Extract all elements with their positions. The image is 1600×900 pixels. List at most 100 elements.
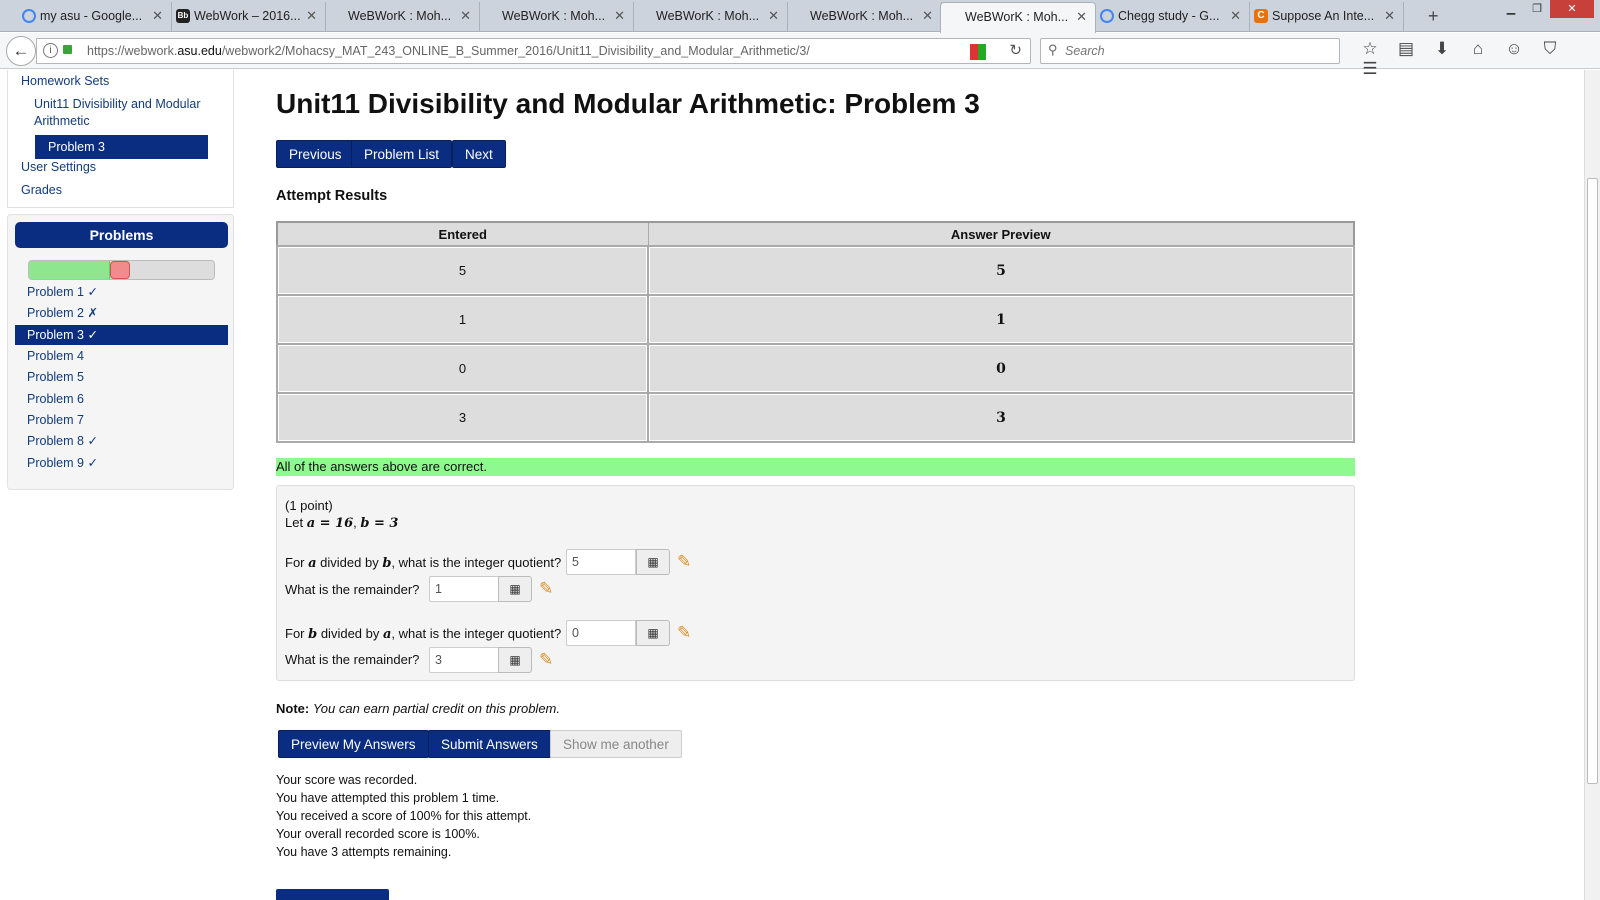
next-button[interactable]: Next [452, 140, 506, 168]
home-icon[interactable]: ⌂ [1460, 39, 1496, 59]
close-tab-icon[interactable]: ✕ [1076, 3, 1087, 31]
url-bar[interactable]: i https://webwork.asu.edu/webwork2/Mohac… [36, 38, 1031, 64]
q2-post: , what is the integer quotient? [391, 626, 562, 641]
url-prefix: https://webwork. [87, 44, 178, 58]
note-label: Note: [276, 701, 310, 716]
unit-link-line2[interactable]: Arithmetic [34, 114, 90, 128]
close-tab-icon[interactable]: ✕ [614, 2, 625, 30]
browser-tab[interactable]: WeBWorK : Moh... ✕ [324, 2, 480, 32]
score-summary: Your score was recorded. You have attemp… [276, 771, 531, 861]
blackboard-icon: Bb [176, 9, 190, 23]
new-tab-icon[interactable]: + [1428, 2, 1439, 30]
download-icon[interactable]: ⬇ [1424, 39, 1460, 59]
minimize-icon[interactable]: ▁ [1498, 0, 1524, 18]
problem-list-item[interactable]: Problem 7 [15, 410, 228, 430]
pocket-icon[interactable]: ⛉ [1532, 39, 1568, 59]
back-button[interactable]: ← [6, 36, 36, 66]
problem-list-item[interactable]: Problem 4 [15, 346, 228, 366]
problem-list-item[interactable]: Problem 8 ✓ [15, 431, 228, 451]
bookmark-star-icon[interactable]: ☆ [1352, 39, 1388, 59]
window-close-icon[interactable]: ✕ [1550, 0, 1594, 18]
email-instructor-button[interactable] [276, 889, 389, 900]
q1-mid: divided by [316, 555, 383, 570]
close-tab-icon[interactable]: ✕ [306, 2, 317, 30]
search-input[interactable] [1065, 42, 1325, 60]
quotient-2-input[interactable]: 0 [566, 620, 636, 646]
score-line: Your score was recorded. [276, 773, 418, 787]
browser-nav-bar: i https://webwork.asu.edu/webwork2/Mohac… [0, 33, 1600, 78]
entered-cell: 1 [276, 294, 649, 345]
math-editor-grid-icon[interactable]: ▦ [498, 647, 532, 673]
remainder-2-input[interactable]: 3 [429, 647, 499, 673]
math-editor-grid-icon[interactable]: ▦ [498, 576, 532, 602]
problem-list-item-active[interactable]: Problem 3 ✓ [15, 325, 228, 345]
browser-tab-bar: my asu - Google... ✕ Bb WebWork – 2016... ✕… [0, 0, 1600, 33]
browser-tab[interactable]: Chegg study - G... ✕ [1094, 2, 1250, 32]
pencil-icon[interactable]: ✎ [539, 649, 561, 671]
page-title: Unit11 Divisibility and Modular Arithmet… [276, 88, 980, 119]
close-tab-icon[interactable]: ✕ [922, 2, 933, 30]
maximize-icon[interactable]: ❐ [1524, 0, 1550, 18]
table-row: 55 [276, 245, 1355, 296]
problem-list-item[interactable]: Problem 5 [15, 367, 228, 387]
q2-pre: For [285, 626, 309, 641]
math-a-value: a = 16 [306, 516, 354, 531]
close-tab-icon[interactable]: ✕ [1230, 2, 1241, 30]
close-tab-icon[interactable]: ✕ [152, 2, 163, 30]
tab-label: WeBWorK : Moh... [348, 9, 452, 23]
correct-message: All of the answers above are correct. [276, 458, 1355, 476]
remainder-1-input[interactable]: 1 [429, 576, 499, 602]
submit-answers-button[interactable]: Submit Answers [428, 730, 551, 758]
entered-cell: 3 [276, 392, 649, 443]
toolbar-icons: ☆ ▤ ⬇ ⌂ ☺ ⛉ ☰ [1352, 39, 1600, 79]
menu-icon[interactable]: ☰ [1352, 59, 1388, 79]
question-1-label: For a divided by b, what is the integer … [285, 555, 561, 571]
browser-tab-active[interactable]: WeBWorK : Moh... ✕ [940, 2, 1096, 33]
browser-tab[interactable]: WeBWorK : Moh... ✕ [632, 2, 788, 32]
problem-list-item[interactable]: Problem 9 ✓ [15, 453, 228, 473]
pencil-icon[interactable]: ✎ [677, 551, 699, 573]
reading-list-icon[interactable]: ▤ [1388, 39, 1424, 59]
previous-button[interactable]: Previous [276, 140, 355, 168]
problem-list-item[interactable]: Problem 2 ✗ [15, 303, 228, 323]
url-text[interactable]: https://webwork.asu.edu/webwork2/Mohacsy… [87, 44, 810, 58]
score-line: You have attempted this problem 1 time. [276, 791, 500, 805]
close-tab-icon[interactable]: ✕ [1384, 2, 1395, 30]
preview-answers-button[interactable]: Preview My Answers [278, 730, 429, 758]
unit-link-line1[interactable]: Unit11 Divisibility and Modular [34, 97, 201, 111]
info-icon[interactable]: i [43, 43, 58, 58]
search-icon: ⚲ [1048, 42, 1058, 57]
browser-tab[interactable]: my asu - Google... ✕ [16, 2, 172, 32]
scrollbar-thumb[interactable] [1587, 178, 1598, 784]
sidebar-current-problem[interactable]: Problem 3 [35, 135, 208, 159]
page-scrollbar[interactable] [1584, 70, 1600, 900]
pencil-icon[interactable]: ✎ [677, 622, 699, 644]
quotient-1-input[interactable]: 5 [566, 549, 636, 575]
q1-pre: For [285, 555, 309, 570]
problem-list-item[interactable]: Problem 1 ✓ [15, 282, 228, 302]
close-tab-icon[interactable]: ✕ [460, 2, 471, 30]
show-another-button: Show me another [550, 730, 682, 758]
close-tab-icon[interactable]: ✕ [768, 2, 779, 30]
google-icon [22, 9, 36, 23]
grades-link[interactable]: Grades [21, 183, 62, 197]
search-bar[interactable]: ⚲ [1040, 38, 1340, 64]
problem-list-item[interactable]: Problem 6 [15, 389, 228, 409]
extension-icon[interactable] [970, 44, 986, 60]
problem-list-button[interactable]: Problem List [351, 140, 453, 168]
browser-tab[interactable]: C Suppose An Inte... ✕ [1248, 2, 1404, 32]
math-editor-grid-icon[interactable]: ▦ [636, 549, 670, 575]
remainder-1-label: What is the remainder? [285, 582, 420, 597]
browser-tab[interactable]: Bb WebWork – 2016... ✕ [170, 2, 326, 32]
table-row: 00 [276, 343, 1355, 394]
reload-icon[interactable]: ↻ [1009, 41, 1022, 59]
user-settings-link[interactable]: User Settings [21, 160, 96, 174]
math-editor-grid-icon[interactable]: ▦ [636, 620, 670, 646]
partial-credit-note: Note: You can earn partial credit on thi… [276, 701, 560, 716]
browser-tab[interactable]: WeBWorK : Moh... ✕ [786, 2, 942, 32]
url-domain: asu.edu [177, 44, 222, 58]
pencil-icon[interactable]: ✎ [539, 578, 561, 600]
chat-icon[interactable]: ☺ [1496, 39, 1532, 59]
browser-tab[interactable]: WeBWorK : Moh... ✕ [478, 2, 634, 32]
homework-sets-link[interactable]: Homework Sets [21, 74, 109, 88]
